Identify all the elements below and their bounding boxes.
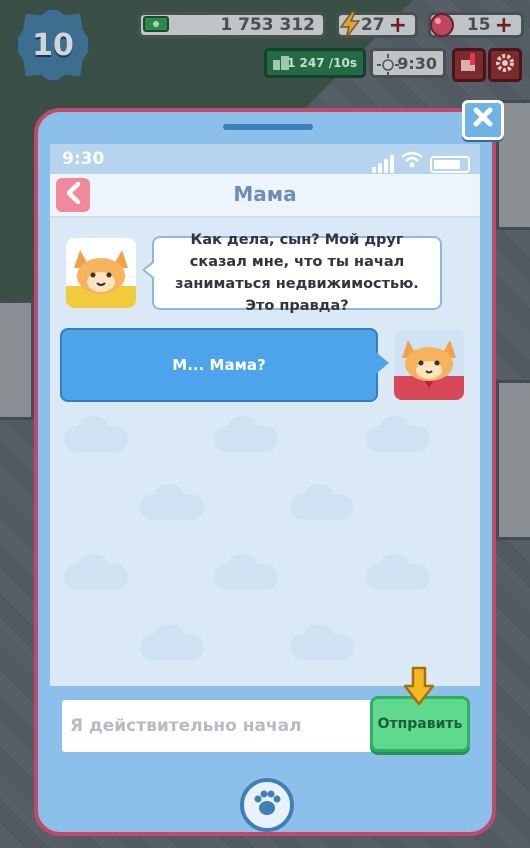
chat-header: Мама bbox=[50, 174, 480, 218]
status-bar: 9:30 bbox=[50, 144, 480, 174]
cash-icon bbox=[143, 15, 169, 33]
notification-icon bbox=[458, 52, 480, 79]
settings-gear-icon bbox=[494, 52, 516, 79]
signal-icon bbox=[372, 155, 394, 173]
game-clock: 9:30 bbox=[370, 48, 446, 78]
cash-counter: 1 753 312 bbox=[138, 12, 326, 38]
cloud-decoration bbox=[64, 554, 128, 590]
contact-name: Мама bbox=[233, 182, 297, 206]
lightning-icon bbox=[335, 10, 365, 40]
cloud-decoration bbox=[290, 484, 354, 520]
level-number: 10 bbox=[32, 27, 74, 63]
add-gems-icon[interactable]: + bbox=[495, 13, 513, 38]
gem-counter[interactable]: 15 + bbox=[428, 12, 524, 38]
income-rate[interactable]: 1 247 /10s bbox=[264, 48, 366, 78]
home-button[interactable] bbox=[240, 778, 294, 832]
cloud-decoration bbox=[290, 624, 354, 660]
player-avatar bbox=[394, 330, 464, 400]
cloud-decoration bbox=[64, 416, 128, 452]
settings-button[interactable] bbox=[488, 48, 522, 82]
cloud-decoration bbox=[366, 416, 430, 452]
close-icon bbox=[472, 105, 494, 135]
phone-speaker bbox=[223, 124, 313, 130]
notification-button[interactable] bbox=[452, 48, 486, 82]
mom-avatar bbox=[66, 238, 136, 308]
gem-icon bbox=[427, 10, 457, 40]
cloud-decoration bbox=[140, 484, 204, 520]
energy-counter[interactable]: 27 + bbox=[335, 10, 418, 40]
outgoing-message: М... Мама? bbox=[60, 328, 389, 402]
background-building bbox=[0, 300, 34, 420]
level-badge[interactable]: 10 bbox=[14, 6, 92, 84]
close-button[interactable] bbox=[462, 100, 504, 140]
cloud-decoration bbox=[140, 624, 204, 660]
cloud-decoration bbox=[214, 554, 278, 590]
battery-icon bbox=[430, 156, 470, 173]
paw-icon bbox=[252, 789, 282, 821]
wifi-icon bbox=[400, 150, 424, 173]
incoming-message: Как дела, сын? Мой друг сказал мне, что … bbox=[142, 232, 442, 314]
arrow-down-hint-icon bbox=[403, 666, 435, 706]
background-building bbox=[496, 380, 530, 540]
cloud-decoration bbox=[366, 554, 430, 590]
sun-icon bbox=[377, 54, 399, 80]
add-energy-icon[interactable]: + bbox=[389, 13, 407, 38]
cloud-decoration bbox=[214, 416, 278, 452]
message-input[interactable]: Я действительно начал bbox=[62, 700, 372, 752]
status-time: 9:30 bbox=[62, 149, 105, 169]
building-income-icon bbox=[272, 55, 290, 74]
